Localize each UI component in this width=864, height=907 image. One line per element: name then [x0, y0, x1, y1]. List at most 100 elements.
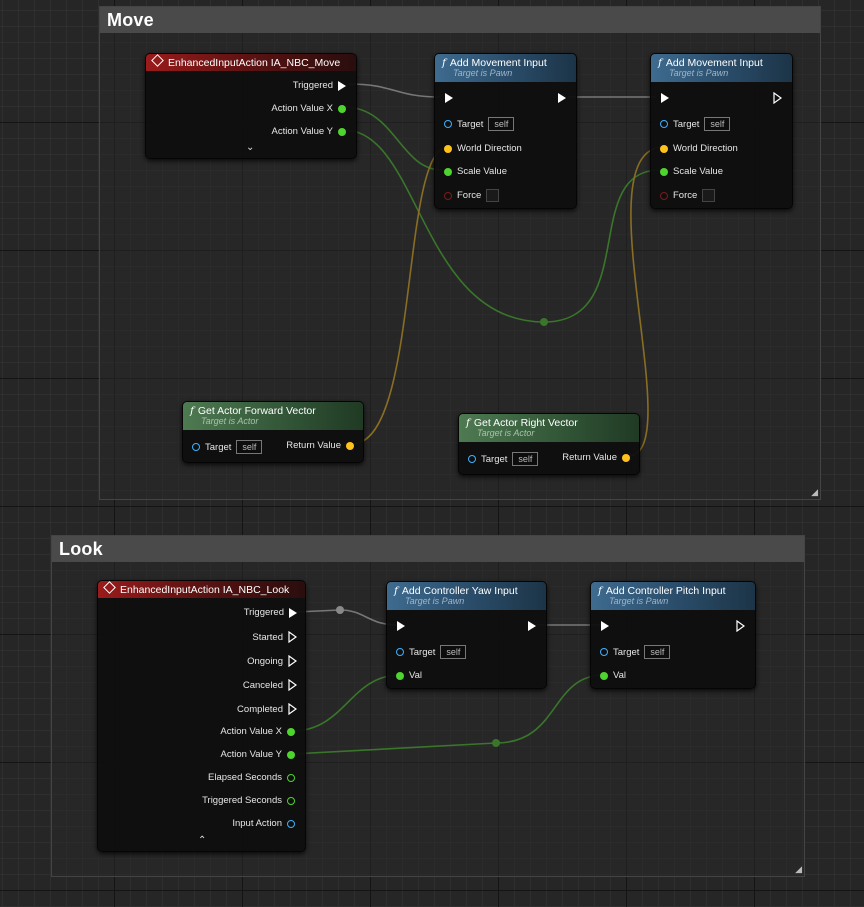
pin-started[interactable]: Started: [252, 631, 297, 643]
function-node-subtitle: Target is Pawn: [405, 596, 465, 606]
force-checkbox[interactable]: [702, 189, 716, 202]
add-controller-pitch-input-node[interactable]: f Add Controller Pitch Input Target is Pa…: [590, 581, 756, 689]
exec-out-hollow-icon[interactable]: [288, 703, 297, 715]
exec-out-hollow-icon[interactable]: [288, 631, 297, 643]
function-node-subtitle: Target is Pawn: [669, 68, 729, 78]
function-icon: f: [442, 57, 446, 69]
pin-ongoing[interactable]: Ongoing: [247, 655, 297, 667]
target-self-field[interactable]: self: [440, 645, 467, 659]
pin-label: Action Value Y: [271, 126, 333, 137]
pin-target[interactable]: Target self: [396, 645, 467, 659]
get-actor-forward-vector-node[interactable]: f Get Actor Forward Vector Target is Acto…: [182, 401, 364, 463]
pin-val[interactable]: Val: [396, 670, 422, 681]
add-movement-input-node-1[interactable]: f Add Movement Input Target is Pawn Targe…: [434, 53, 577, 209]
pin-action-value-y[interactable]: Action Value Y: [221, 749, 295, 760]
bool-pin-icon[interactable]: [444, 191, 452, 200]
resize-grip-icon[interactable]: ◢: [795, 865, 802, 874]
chevron-down-icon[interactable]: ⌄: [246, 142, 254, 153]
exec-out-hollow-icon[interactable]: [736, 620, 745, 632]
event-node-header: EnhancedInputAction IA_NBC_Look: [98, 581, 305, 598]
float-pin-icon[interactable]: [287, 796, 295, 805]
pin-action-value-y[interactable]: Action Value Y: [272, 126, 346, 137]
vector-pin-icon[interactable]: [444, 144, 452, 153]
float-pin-icon[interactable]: [444, 167, 452, 176]
exec-pin-icon[interactable]: [289, 607, 297, 618]
vector-pin-icon[interactable]: [660, 144, 668, 153]
exec-out-hollow-icon[interactable]: [288, 655, 297, 667]
target-self-field[interactable]: self: [644, 645, 671, 659]
float-pin-icon[interactable]: [600, 671, 608, 680]
chevron-up-icon[interactable]: ⌃: [198, 835, 206, 846]
look-comment-title[interactable]: Look: [52, 536, 804, 562]
pin-label: Elapsed Seconds: [208, 772, 282, 783]
object-pin-icon[interactable]: [396, 648, 404, 656]
float-pin-icon[interactable]: [338, 127, 346, 136]
pin-target[interactable]: Target self: [192, 440, 263, 454]
pin-target[interactable]: Target self: [660, 117, 731, 131]
target-self-field[interactable]: self: [488, 117, 515, 131]
pin-label: Started: [252, 631, 283, 643]
exec-in-pin-icon[interactable]: [445, 93, 453, 103]
exec-in-pin-icon[interactable]: [661, 93, 669, 103]
function-icon: f: [394, 585, 398, 597]
bool-pin-icon[interactable]: [660, 191, 668, 200]
object-pin-icon[interactable]: [287, 819, 295, 828]
pin-target[interactable]: Target self: [444, 117, 515, 131]
pin-label: Return Value: [286, 440, 341, 451]
pin-triggered-seconds[interactable]: Triggered Seconds: [202, 795, 295, 806]
pin-completed[interactable]: Completed: [237, 703, 297, 715]
get-actor-right-vector-node[interactable]: f Get Actor Right Vector Target is Actor …: [458, 413, 640, 475]
exec-pin-icon[interactable]: [338, 80, 346, 91]
vector-pin-icon[interactable]: [346, 441, 354, 450]
move-comment-title[interactable]: Move: [100, 7, 820, 33]
pin-input-action[interactable]: Input Action: [232, 818, 295, 829]
pin-action-value-x[interactable]: Action Value X: [220, 726, 295, 737]
object-pin-icon[interactable]: [444, 120, 452, 128]
float-pin-icon[interactable]: [396, 671, 404, 680]
float-pin-icon[interactable]: [287, 750, 295, 759]
exec-out-hollow-icon[interactable]: [773, 92, 782, 104]
pin-target[interactable]: Target self: [600, 645, 671, 659]
add-controller-yaw-input-node[interactable]: f Add Controller Yaw Input Target is Pawn…: [386, 581, 547, 689]
pin-scale-value[interactable]: Scale Value: [444, 166, 507, 177]
object-pin-icon[interactable]: [600, 648, 608, 656]
float-pin-icon[interactable]: [287, 773, 295, 782]
pin-scale-value[interactable]: Scale Value: [660, 166, 723, 177]
pin-force[interactable]: Force: [660, 189, 716, 202]
resize-grip-icon[interactable]: ◢: [811, 488, 818, 497]
target-self-field[interactable]: self: [236, 440, 263, 454]
pin-world-direction[interactable]: World Direction: [444, 143, 522, 154]
float-pin-icon[interactable]: [287, 727, 295, 736]
target-self-field[interactable]: self: [512, 452, 539, 466]
pin-label: Input Action: [232, 818, 282, 829]
object-pin-icon[interactable]: [192, 443, 200, 451]
event-node-look[interactable]: EnhancedInputAction IA_NBC_Look Triggere…: [97, 580, 306, 852]
object-pin-icon[interactable]: [468, 455, 476, 463]
pin-label: Action Value Y: [220, 749, 282, 760]
exec-out-pin-icon[interactable]: [528, 621, 536, 631]
exec-in-pin-icon[interactable]: [397, 621, 405, 631]
pin-return-value[interactable]: Return Value: [562, 452, 630, 463]
event-node-move[interactable]: EnhancedInputAction IA_NBC_Move Triggere…: [145, 53, 357, 159]
pin-elapsed-seconds[interactable]: Elapsed Seconds: [208, 772, 295, 783]
exec-out-hollow-icon[interactable]: [288, 679, 297, 691]
pin-return-value[interactable]: Return Value: [286, 440, 354, 451]
pin-canceled[interactable]: Canceled: [243, 679, 297, 691]
pin-target[interactable]: Target self: [468, 452, 539, 466]
add-movement-input-node-2[interactable]: f Add Movement Input Target is Pawn Targe…: [650, 53, 793, 209]
object-pin-icon[interactable]: [660, 120, 668, 128]
vector-pin-icon[interactable]: [622, 453, 630, 462]
force-checkbox[interactable]: [486, 189, 500, 202]
pin-triggered[interactable]: Triggered: [293, 80, 346, 91]
pin-label: Return Value: [562, 452, 617, 463]
float-pin-icon[interactable]: [660, 167, 668, 176]
pin-val[interactable]: Val: [600, 670, 626, 681]
pin-triggered[interactable]: Triggered: [244, 607, 297, 618]
float-pin-icon[interactable]: [338, 104, 346, 113]
target-self-field[interactable]: self: [704, 117, 731, 131]
pin-world-direction[interactable]: World Direction: [660, 143, 738, 154]
exec-in-pin-icon[interactable]: [601, 621, 609, 631]
exec-out-pin-icon[interactable]: [558, 93, 566, 103]
pin-action-value-x[interactable]: Action Value X: [271, 103, 346, 114]
pin-force[interactable]: Force: [444, 189, 500, 202]
